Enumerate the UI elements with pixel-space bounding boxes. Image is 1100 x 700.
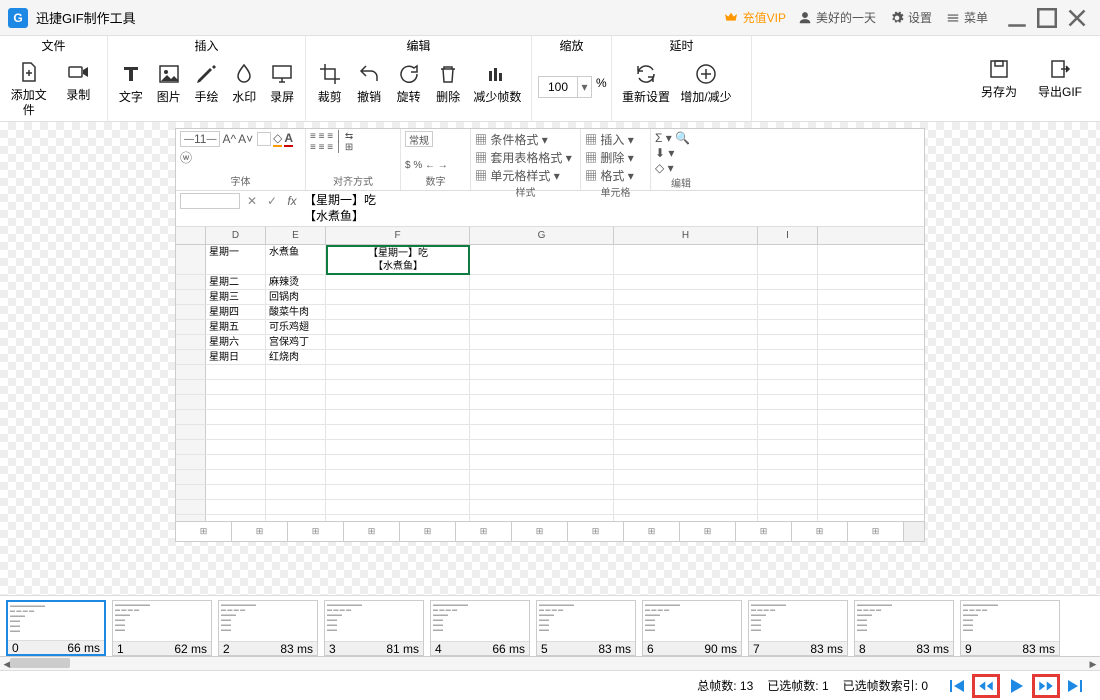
frame-thumbnail[interactable]: ▬▬▬▬▬▬▬▬ ▬ ▬ ▬▬▬▬▬▬▬▬▬▬983 ms — [960, 600, 1060, 656]
camera-icon — [66, 60, 90, 84]
refresh-icon — [634, 62, 658, 86]
user-button[interactable]: 美好的一天 — [798, 9, 876, 26]
screen-record-button[interactable]: 录屏 — [265, 58, 299, 108]
plus-circle-icon — [694, 62, 718, 86]
first-frame-button[interactable] — [942, 674, 970, 698]
play-button[interactable] — [1002, 674, 1030, 698]
menu-label: 菜单 — [964, 9, 988, 26]
add-sub-button[interactable]: 增加/减少 — [678, 58, 734, 108]
user-label: 美好的一天 — [816, 9, 876, 26]
pencil-icon — [194, 62, 218, 86]
col-header: D — [206, 227, 266, 244]
record-button[interactable]: 录制 — [56, 56, 102, 106]
col-header: F — [326, 227, 470, 244]
close-button[interactable] — [1062, 3, 1092, 33]
image-icon — [157, 62, 181, 86]
timeline: ▬▬▬▬▬▬▬▬ ▬ ▬ ▬▬▬▬▬▬▬▬▬▬066 ms▬▬▬▬▬▬▬▬ ▬ … — [0, 595, 1100, 670]
app-title: 迅捷GIF制作工具 — [36, 8, 136, 27]
scrollbar-thumb[interactable] — [10, 658, 70, 668]
col-header: E — [266, 227, 326, 244]
reset-button[interactable]: 重新设置 — [618, 58, 674, 108]
text-button[interactable]: 文字 — [114, 58, 148, 108]
group-file-label: 文件 — [6, 38, 101, 54]
maximize-button[interactable] — [1032, 3, 1062, 33]
chevron-down-icon[interactable]: ▾ — [577, 77, 591, 97]
frame-thumbnail[interactable]: ▬▬▬▬▬▬▬▬ ▬ ▬ ▬▬▬▬▬▬▬▬▬▬783 ms — [748, 600, 848, 656]
group-insert-label: 插入 — [114, 38, 299, 56]
statusbar: 总帧数: 13 已选帧数: 1 已选帧数索引: 0 — [0, 670, 1100, 700]
vip-button[interactable]: 充值VIP — [723, 9, 786, 26]
reduce-icon — [485, 62, 509, 86]
trash-icon — [436, 62, 460, 86]
droplet-icon — [232, 62, 256, 86]
add-file-icon — [17, 60, 41, 84]
group-delay-label: 延时 — [618, 38, 745, 56]
settings-label: 设置 — [908, 9, 932, 26]
user-icon — [798, 11, 812, 25]
timeline-scrollbar[interactable]: ◀ ▶ — [0, 656, 1100, 670]
scroll-right-icon[interactable]: ▶ — [1086, 657, 1100, 671]
settings-button[interactable]: 设置 — [890, 9, 932, 26]
add-file-button[interactable]: 添加文件 — [6, 56, 52, 121]
minimize-button[interactable] — [1002, 3, 1032, 33]
save-as-button[interactable]: 另存为 — [976, 53, 1022, 103]
selected-frames: 已选帧数: 1 — [767, 677, 828, 694]
next-frame-button[interactable] — [1032, 674, 1060, 698]
draw-button[interactable]: 手绘 — [190, 58, 224, 108]
export-icon — [1048, 57, 1072, 81]
menu-button[interactable]: 菜单 — [946, 9, 988, 26]
reduce-frames-button[interactable]: 减少帧数 — [470, 58, 525, 108]
app-logo: G — [8, 8, 28, 28]
playback-controls — [942, 674, 1090, 698]
col-header: H — [614, 227, 758, 244]
frame-thumbnail[interactable]: ▬▬▬▬▬▬▬▬ ▬ ▬ ▬▬▬▬▬▬▬▬▬▬466 ms — [430, 600, 530, 656]
crop-icon — [318, 62, 342, 86]
rotate-button[interactable]: 旋转 — [391, 58, 426, 108]
delete-button[interactable]: 删除 — [430, 58, 465, 108]
menu-icon — [946, 11, 960, 25]
selected-index: 已选帧数索引: 0 — [843, 677, 928, 694]
crown-icon — [723, 10, 739, 26]
col-header: I — [758, 227, 818, 244]
zoom-pct: % — [596, 76, 607, 90]
vip-label: 充值VIP — [743, 9, 786, 26]
monitor-icon — [270, 62, 294, 86]
zoom-input[interactable]: 100▾ — [538, 76, 592, 98]
preview-frame: — 11 —A^A˅ ◇ A ⓦ 字体 ≡ ≡ ≡ │ ⇆≡ ≡ ≡ │ ⊞ 对… — [175, 128, 925, 542]
frame-thumbnail[interactable]: ▬▬▬▬▬▬▬▬ ▬ ▬ ▬▬▬▬▬▬▬▬▬▬690 ms — [642, 600, 742, 656]
ribbon: 文件 添加文件 录制 插入 文字 图片 手绘 水印 录屏 编辑 裁剪 撤销 旋转… — [0, 36, 1100, 122]
text-icon — [119, 62, 143, 86]
last-frame-button[interactable] — [1062, 674, 1090, 698]
frame-thumbnail[interactable]: ▬▬▬▬▬▬▬▬ ▬ ▬ ▬▬▬▬▬▬▬▬▬▬162 ms — [112, 600, 212, 656]
col-header: G — [470, 227, 614, 244]
undo-button[interactable]: 撤销 — [351, 58, 386, 108]
watermark-button[interactable]: 水印 — [227, 58, 261, 108]
canvas[interactable]: — 11 —A^A˅ ◇ A ⓦ 字体 ≡ ≡ ≡ │ ⇆≡ ≡ ≡ │ ⊞ 对… — [0, 122, 1100, 595]
image-button[interactable]: 图片 — [152, 58, 186, 108]
crop-button[interactable]: 裁剪 — [312, 58, 347, 108]
total-frames: 总帧数: 13 — [697, 677, 753, 694]
prev-frame-button[interactable] — [972, 674, 1000, 698]
frame-thumbnail[interactable]: ▬▬▬▬▬▬▬▬ ▬ ▬ ▬▬▬▬▬▬▬▬▬▬583 ms — [536, 600, 636, 656]
frame-thumbnail[interactable]: ▬▬▬▬▬▬▬▬ ▬ ▬ ▬▬▬▬▬▬▬▬▬▬283 ms — [218, 600, 318, 656]
gear-icon — [890, 11, 904, 25]
frame-thumbnail[interactable]: ▬▬▬▬▬▬▬▬ ▬ ▬ ▬▬▬▬▬▬▬▬▬▬381 ms — [324, 600, 424, 656]
undo-icon — [357, 62, 381, 86]
group-zoom-label: 缩放 — [538, 38, 605, 56]
group-edit-label: 编辑 — [312, 38, 525, 56]
export-gif-button[interactable]: 导出GIF — [1032, 53, 1088, 103]
save-icon — [987, 57, 1011, 81]
titlebar: G 迅捷GIF制作工具 充值VIP 美好的一天 设置 菜单 — [0, 0, 1100, 36]
frame-thumbnail[interactable]: ▬▬▬▬▬▬▬▬ ▬ ▬ ▬▬▬▬▬▬▬▬▬▬066 ms — [6, 600, 106, 656]
rotate-icon — [397, 62, 421, 86]
frame-thumbnail[interactable]: ▬▬▬▬▬▬▬▬ ▬ ▬ ▬▬▬▬▬▬▬▬▬▬883 ms — [854, 600, 954, 656]
